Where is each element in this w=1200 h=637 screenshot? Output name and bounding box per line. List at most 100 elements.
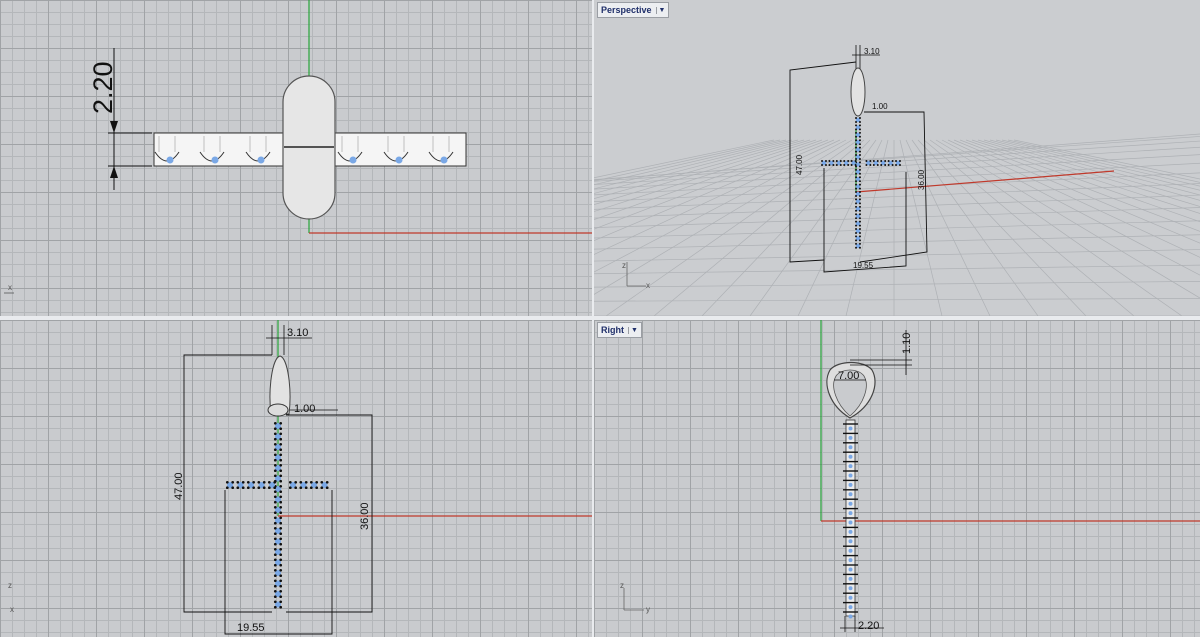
arm-width-dim: 19.55 bbox=[853, 261, 874, 270]
prong bbox=[884, 163, 887, 166]
prong bbox=[273, 486, 277, 490]
grid-line bbox=[995, 139, 1200, 191]
prong bbox=[273, 579, 277, 583]
grid-line bbox=[947, 139, 1200, 258]
prong bbox=[855, 180, 858, 183]
prong bbox=[279, 469, 283, 473]
grid-line bbox=[594, 139, 823, 220]
prong bbox=[273, 605, 277, 609]
prong bbox=[267, 480, 271, 484]
prong bbox=[855, 246, 858, 249]
prong bbox=[858, 176, 861, 179]
grid-line bbox=[905, 139, 991, 316]
prong bbox=[858, 172, 861, 175]
gem-stone bbox=[848, 473, 853, 478]
viewport-top-left[interactable]: 2.20 x bbox=[0, 0, 592, 316]
prong bbox=[279, 584, 283, 588]
grid-line bbox=[594, 234, 1200, 250]
viewport-right[interactable]: Right ▼ 7.00 1.10 2.20 z y bbox=[594, 320, 1200, 637]
prong bbox=[279, 500, 283, 504]
prong bbox=[279, 542, 283, 546]
prong bbox=[273, 521, 277, 525]
prong bbox=[279, 437, 283, 441]
axis-z-label: z bbox=[620, 581, 624, 590]
prong bbox=[858, 128, 861, 131]
prong bbox=[858, 228, 861, 231]
prong bbox=[876, 160, 879, 163]
prong bbox=[835, 160, 838, 163]
prong bbox=[273, 563, 277, 567]
prong bbox=[855, 139, 858, 142]
prong bbox=[855, 131, 858, 134]
prong bbox=[236, 480, 240, 484]
prong bbox=[895, 163, 898, 166]
prong bbox=[279, 547, 283, 551]
prong bbox=[891, 160, 894, 163]
prong bbox=[309, 480, 313, 484]
prong bbox=[273, 490, 277, 494]
prong bbox=[273, 600, 277, 604]
prong bbox=[855, 124, 858, 127]
prong bbox=[267, 486, 271, 490]
prong bbox=[872, 160, 875, 163]
prong bbox=[858, 220, 861, 223]
prong bbox=[824, 163, 827, 166]
gem-stone bbox=[848, 482, 853, 487]
axis-y-label: y bbox=[646, 605, 650, 614]
prong bbox=[858, 205, 861, 208]
prong bbox=[832, 160, 835, 163]
prong bbox=[835, 163, 838, 166]
gem-stone bbox=[211, 156, 219, 164]
prong bbox=[850, 160, 853, 163]
chevron-down-icon[interactable]: ▼ bbox=[628, 326, 638, 334]
prong bbox=[257, 486, 261, 490]
prong bbox=[858, 191, 861, 194]
prong bbox=[309, 486, 313, 490]
prong bbox=[273, 532, 277, 536]
prong bbox=[843, 160, 846, 163]
gem-stone bbox=[848, 445, 853, 450]
prong bbox=[858, 180, 861, 183]
axis-x-label: x bbox=[10, 605, 14, 614]
gem-stone bbox=[848, 567, 853, 572]
rhino-workspace: 2.20 x Perspective ▼ 3.10 1.00 47.00 36.… bbox=[0, 0, 1200, 637]
viewport-perspective[interactable]: Perspective ▼ 3.10 1.00 47.00 36.00 19.5… bbox=[594, 0, 1200, 316]
prong bbox=[898, 160, 901, 163]
prong bbox=[279, 495, 283, 499]
bail bbox=[850, 67, 866, 117]
prong bbox=[850, 163, 853, 166]
prong bbox=[252, 486, 256, 490]
prong bbox=[304, 480, 308, 484]
grid-line bbox=[845, 139, 889, 316]
prong bbox=[855, 117, 858, 120]
prong bbox=[895, 160, 898, 163]
prong bbox=[273, 432, 277, 436]
bail-width-dim: 3.10 bbox=[864, 47, 880, 56]
grid-line bbox=[594, 139, 787, 186]
perspective-canvas: 3.10 1.00 47.00 36.00 19.55 z x bbox=[594, 45, 1200, 316]
prong bbox=[279, 537, 283, 541]
grid-line bbox=[797, 139, 883, 316]
jump-ring bbox=[267, 403, 289, 417]
prong bbox=[832, 163, 835, 166]
prong bbox=[279, 532, 283, 536]
arrow-up-icon bbox=[110, 166, 118, 178]
prong bbox=[858, 209, 861, 212]
prong bbox=[315, 486, 319, 490]
viewport-title-tab[interactable]: Perspective ▼ bbox=[597, 2, 670, 18]
prong bbox=[320, 486, 324, 490]
prong bbox=[279, 511, 283, 515]
prong bbox=[279, 421, 283, 425]
grid-line bbox=[605, 139, 859, 316]
viewport-title-tab[interactable]: Right ▼ bbox=[597, 322, 642, 338]
gem-stone bbox=[848, 520, 853, 525]
prong bbox=[858, 146, 861, 149]
viewport-front[interactable]: 3.10 1.00 47.00 36.00 19.55 z x bbox=[0, 320, 592, 637]
prong bbox=[279, 505, 283, 509]
grid-line bbox=[911, 139, 1039, 316]
prong bbox=[273, 458, 277, 462]
prong bbox=[855, 228, 858, 231]
chevron-down-icon[interactable]: ▼ bbox=[655, 6, 665, 14]
prong bbox=[279, 432, 283, 436]
prong bbox=[821, 163, 824, 166]
